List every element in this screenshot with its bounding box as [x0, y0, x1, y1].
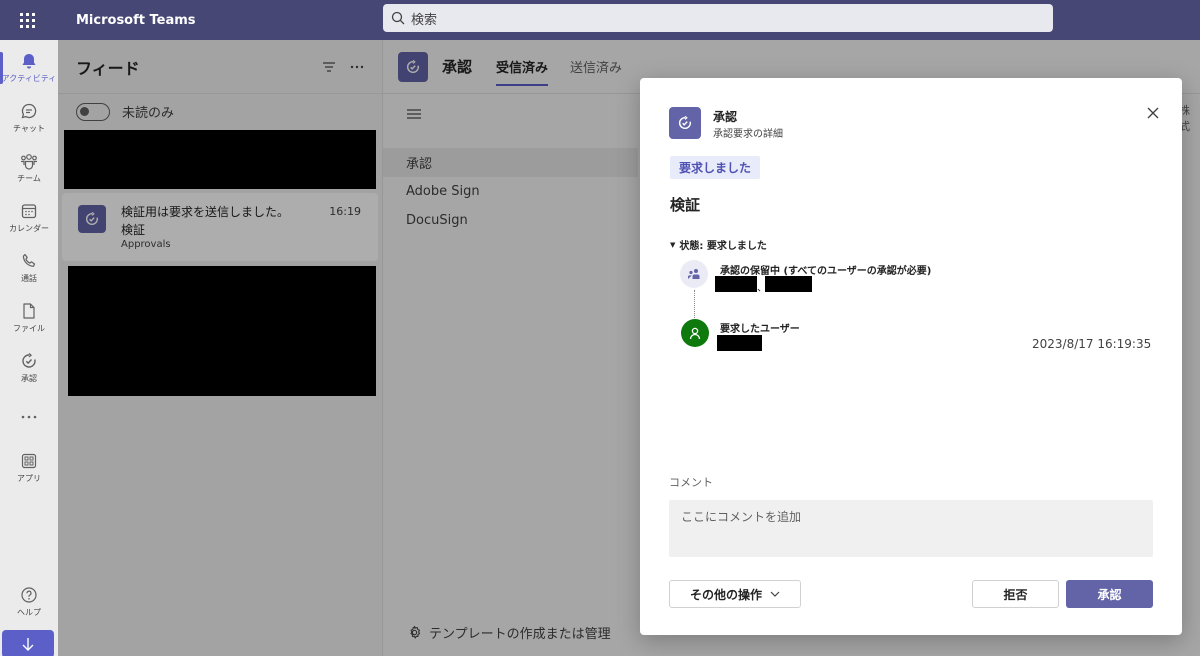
rail-label: チーム — [17, 174, 41, 183]
chevron-down-icon — [770, 591, 780, 597]
approval-details-dialog: 承認 承認要求の詳細 要求しました 検証 ▼ 状態: 要求しました 承認の保留中… — [640, 78, 1182, 635]
chat-icon — [21, 103, 37, 119]
timeline-connector — [694, 290, 695, 318]
close-icon — [1147, 107, 1159, 119]
rail-label: カレンダー — [9, 224, 49, 233]
phone-icon — [22, 253, 36, 267]
app-launcher-button[interactable] — [0, 0, 55, 40]
rail-item-more[interactable] — [0, 394, 58, 442]
rail-label: アクティビティ — [1, 74, 57, 83]
state-label: 状態: 要求しました — [679, 241, 767, 252]
pending-approvers-avatar — [680, 260, 708, 288]
comment-input[interactable] — [669, 500, 1153, 557]
status-badge: 要求しました — [670, 156, 761, 179]
redacted-approver-name — [765, 276, 812, 292]
more-icon — [21, 415, 37, 418]
close-button[interactable] — [1145, 105, 1161, 121]
request-timestamp: 2023/8/17 16:19:35 — [1032, 337, 1152, 351]
rail-item-apps[interactable]: アプリ — [0, 444, 58, 492]
more-actions-button[interactable]: その他の操作 — [669, 580, 801, 608]
rail-item-activity[interactable]: アクティビティ — [0, 44, 58, 92]
comment-label: コメント — [669, 476, 713, 489]
requester-avatar — [681, 319, 709, 347]
request-title: 検証 — [670, 196, 701, 214]
teams-icon — [21, 154, 37, 170]
rail-item-calls[interactable]: 通話 — [0, 244, 58, 292]
rail-item-files[interactable]: ファイル — [0, 294, 58, 342]
redacted-requester-name — [717, 335, 762, 351]
approve-button[interactable]: 承認 — [1066, 580, 1153, 608]
left-rail: アクティビティ チャット チーム カレンダー 通話 ファイル 承認 アプリ ヘル… — [0, 40, 58, 656]
rail-label: チャット — [13, 124, 45, 133]
search-box[interactable]: 検索 — [383, 4, 1053, 32]
person-icon — [689, 327, 701, 339]
calendar-icon — [21, 204, 37, 219]
dialog-title: 承認 — [713, 110, 738, 124]
rail-label: 承認 — [21, 374, 37, 383]
more-actions-label: その他の操作 — [689, 587, 762, 602]
dialog-subtitle: 承認要求の詳細 — [713, 129, 783, 140]
download-button[interactable] — [2, 630, 54, 656]
requester-label: 要求したユーザー — [720, 324, 800, 335]
rail-item-calendar[interactable]: カレンダー — [0, 194, 58, 242]
file-icon — [23, 303, 35, 319]
search-icon — [391, 11, 405, 25]
rail-label: 通話 — [21, 274, 37, 283]
app-title: Microsoft Teams — [76, 12, 196, 28]
rail-item-help[interactable]: ヘルプ — [0, 578, 58, 626]
caret-down-icon: ▼ — [670, 240, 676, 249]
rail-label: ファイル — [13, 324, 45, 333]
approvals-icon — [22, 353, 36, 368]
reject-button[interactable]: 拒否 — [972, 580, 1059, 608]
rail-item-approvals[interactable]: 承認 — [0, 344, 58, 392]
search-placeholder: 検索 — [411, 12, 438, 28]
bell-icon — [22, 54, 36, 69]
people-icon — [688, 269, 700, 279]
rail-label: アプリ — [17, 474, 41, 483]
help-icon — [21, 587, 37, 603]
waffle-icon — [20, 12, 35, 28]
state-toggle[interactable]: ▼ 状態: 要求しました — [670, 237, 767, 253]
approvals-app-icon — [669, 107, 701, 139]
rail-item-teams[interactable]: チーム — [0, 144, 58, 192]
top-bar: Microsoft Teams 検索 — [0, 0, 1200, 40]
pending-approvers-label: 承認の保留中 (すべてのユーザーの承認が必要) — [720, 266, 932, 277]
redacted-approver-name — [715, 276, 757, 292]
rail-label: ヘルプ — [17, 608, 41, 617]
download-arrow-icon — [22, 638, 34, 651]
rail-item-chat[interactable]: チャット — [0, 94, 58, 142]
apps-icon — [21, 453, 37, 469]
